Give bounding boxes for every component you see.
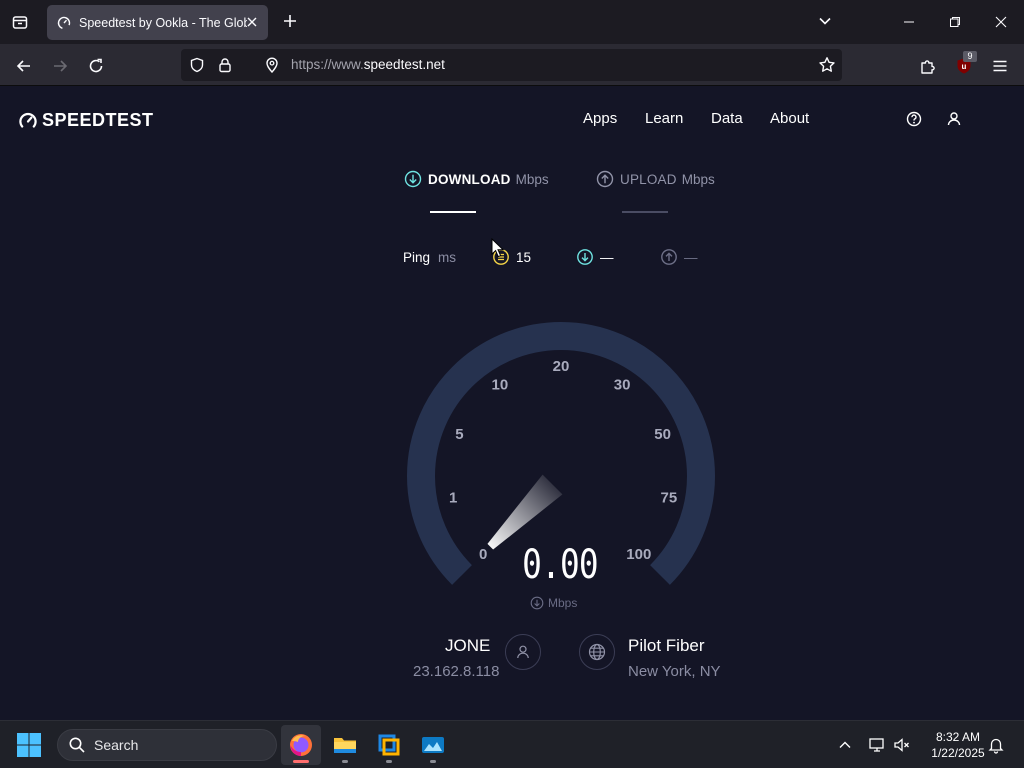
search-placeholder: Search [94, 737, 139, 753]
speedtest-logo[interactable]: SPEEDTEST [18, 110, 154, 131]
file-explorer-indicator [342, 760, 348, 763]
gauge-tick-label: 5 [455, 426, 463, 443]
reload-icon[interactable] [82, 52, 110, 80]
speedtest-logo-gauge-icon [19, 112, 37, 128]
download-unit: Mbps [515, 171, 549, 187]
gauge-tick-label: 20 [553, 358, 570, 375]
client-ip: 23.162.8.118 [413, 663, 500, 680]
download-latency: — [576, 248, 614, 266]
address-bar[interactable]: https://www.speedtest.net [181, 49, 842, 81]
virtualbox-indicator [386, 760, 392, 763]
image-viewer-taskbar-icon[interactable] [413, 725, 453, 765]
speed-unit: Mbps [530, 596, 577, 610]
back-arrow-icon[interactable] [10, 52, 38, 80]
download-metric-tab: DOWNLOAD Mbps [404, 170, 549, 188]
speed-unit-download-icon [530, 596, 544, 610]
upload-metric-tab: UPLOAD Mbps [596, 170, 715, 188]
forward-arrow-icon[interactable] [46, 52, 74, 80]
tab-list-icon[interactable] [6, 8, 34, 36]
search-icon [69, 737, 85, 753]
nav-apps-link[interactable]: Apps [583, 110, 617, 127]
upload-latency-icon [661, 249, 677, 265]
speed-unit-label: Mbps [548, 596, 578, 610]
taskbar-search[interactable]: Search [57, 729, 277, 761]
server-globe-icon[interactable] [579, 634, 615, 670]
gauge-tick-label: 10 [492, 377, 509, 394]
firefox-taskbar-icon[interactable] [281, 725, 321, 765]
isp-name: JONE [445, 636, 491, 655]
speedtest-page: SPEEDTEST Apps Learn Data About DOWNLOAD… [0, 86, 1024, 720]
mouse-cursor-icon [491, 238, 505, 258]
virtualbox-taskbar-icon[interactable] [369, 725, 409, 765]
image-viewer-indicator [430, 760, 436, 763]
gauge-tick-label: 50 [654, 426, 671, 443]
upload-unit: Mbps [681, 171, 715, 187]
nav-data-link[interactable]: Data [711, 110, 743, 127]
close-window-icon[interactable] [978, 0, 1024, 44]
tab-close-icon[interactable] [244, 14, 260, 30]
help-question-icon[interactable] [905, 110, 923, 128]
file-explorer-taskbar-icon[interactable] [325, 725, 365, 765]
isp-user-icon [505, 634, 541, 670]
gauge-tick-label: 30 [614, 377, 631, 394]
ping-unit: ms [438, 250, 456, 265]
gauge-needle [487, 474, 563, 550]
user-account-icon[interactable] [945, 110, 963, 128]
gauge-tick-label: 75 [661, 489, 678, 506]
ping-label: Ping [403, 250, 431, 265]
browser-tab-active[interactable]: Speedtest by Ookla - The Global Broadban… [47, 5, 268, 40]
location-permission-icon[interactable] [264, 57, 280, 73]
firefox-active-indicator [293, 760, 309, 763]
speedtest-favicon-icon [57, 16, 71, 29]
upload-label: UPLOAD [620, 171, 677, 187]
idle-latency-value: 15 [516, 249, 532, 265]
server-location: New York, NY [628, 663, 721, 680]
download-latency-value: — [600, 249, 614, 265]
upload-latency-value: — [684, 249, 698, 265]
url-text[interactable]: https://www.speedtest.net [291, 57, 445, 72]
download-latency-icon [577, 249, 593, 265]
windows-start-icon[interactable] [16, 732, 42, 758]
upload-arrow-icon [596, 170, 614, 188]
browser-tab-strip: Speedtest by Ookla - The Global Broadban… [0, 0, 1024, 44]
bookmark-star-icon[interactable] [818, 56, 836, 74]
upload-latency: — [660, 248, 698, 266]
upload-underline [622, 211, 668, 213]
restore-window-icon[interactable] [932, 0, 978, 44]
logo-text: SPEEDTEST [42, 110, 154, 130]
server-name[interactable]: Pilot Fiber [628, 636, 705, 656]
new-tab-icon[interactable] [279, 10, 301, 32]
volume-muted-icon[interactable] [892, 735, 912, 755]
download-underline [430, 211, 476, 213]
download-arrow-icon [404, 170, 422, 188]
app-menu-hamburger-icon[interactable] [986, 52, 1014, 80]
svg-text:u: u [962, 62, 967, 71]
tracking-protection-shield-icon[interactable] [189, 57, 205, 73]
nav-learn-link[interactable]: Learn [645, 110, 683, 127]
extensions-puzzle-icon[interactable] [914, 52, 942, 80]
show-hidden-icons-chevron-icon[interactable] [835, 735, 855, 755]
nav-about-link[interactable]: About [770, 110, 809, 127]
tab-title: Speedtest by Ookla - The Global Broadban… [79, 15, 247, 30]
list-all-tabs-chevron-icon[interactable] [814, 10, 836, 32]
ublock-blocked-count-badge: 9 [963, 51, 977, 62]
windows-taskbar: Search 8:32 AM 1/22/2025 [0, 720, 1024, 768]
notification-bell-icon[interactable] [986, 735, 1006, 755]
speed-readout: 0.00 [522, 542, 599, 588]
browser-toolbar: https://www.speedtest.net u [0, 44, 1024, 86]
download-label: DOWNLOAD [428, 171, 511, 187]
network-icon[interactable] [867, 735, 887, 755]
lock-icon[interactable] [217, 57, 233, 73]
gauge-tick-label: 1 [449, 489, 457, 506]
minimize-window-icon[interactable] [886, 0, 932, 44]
